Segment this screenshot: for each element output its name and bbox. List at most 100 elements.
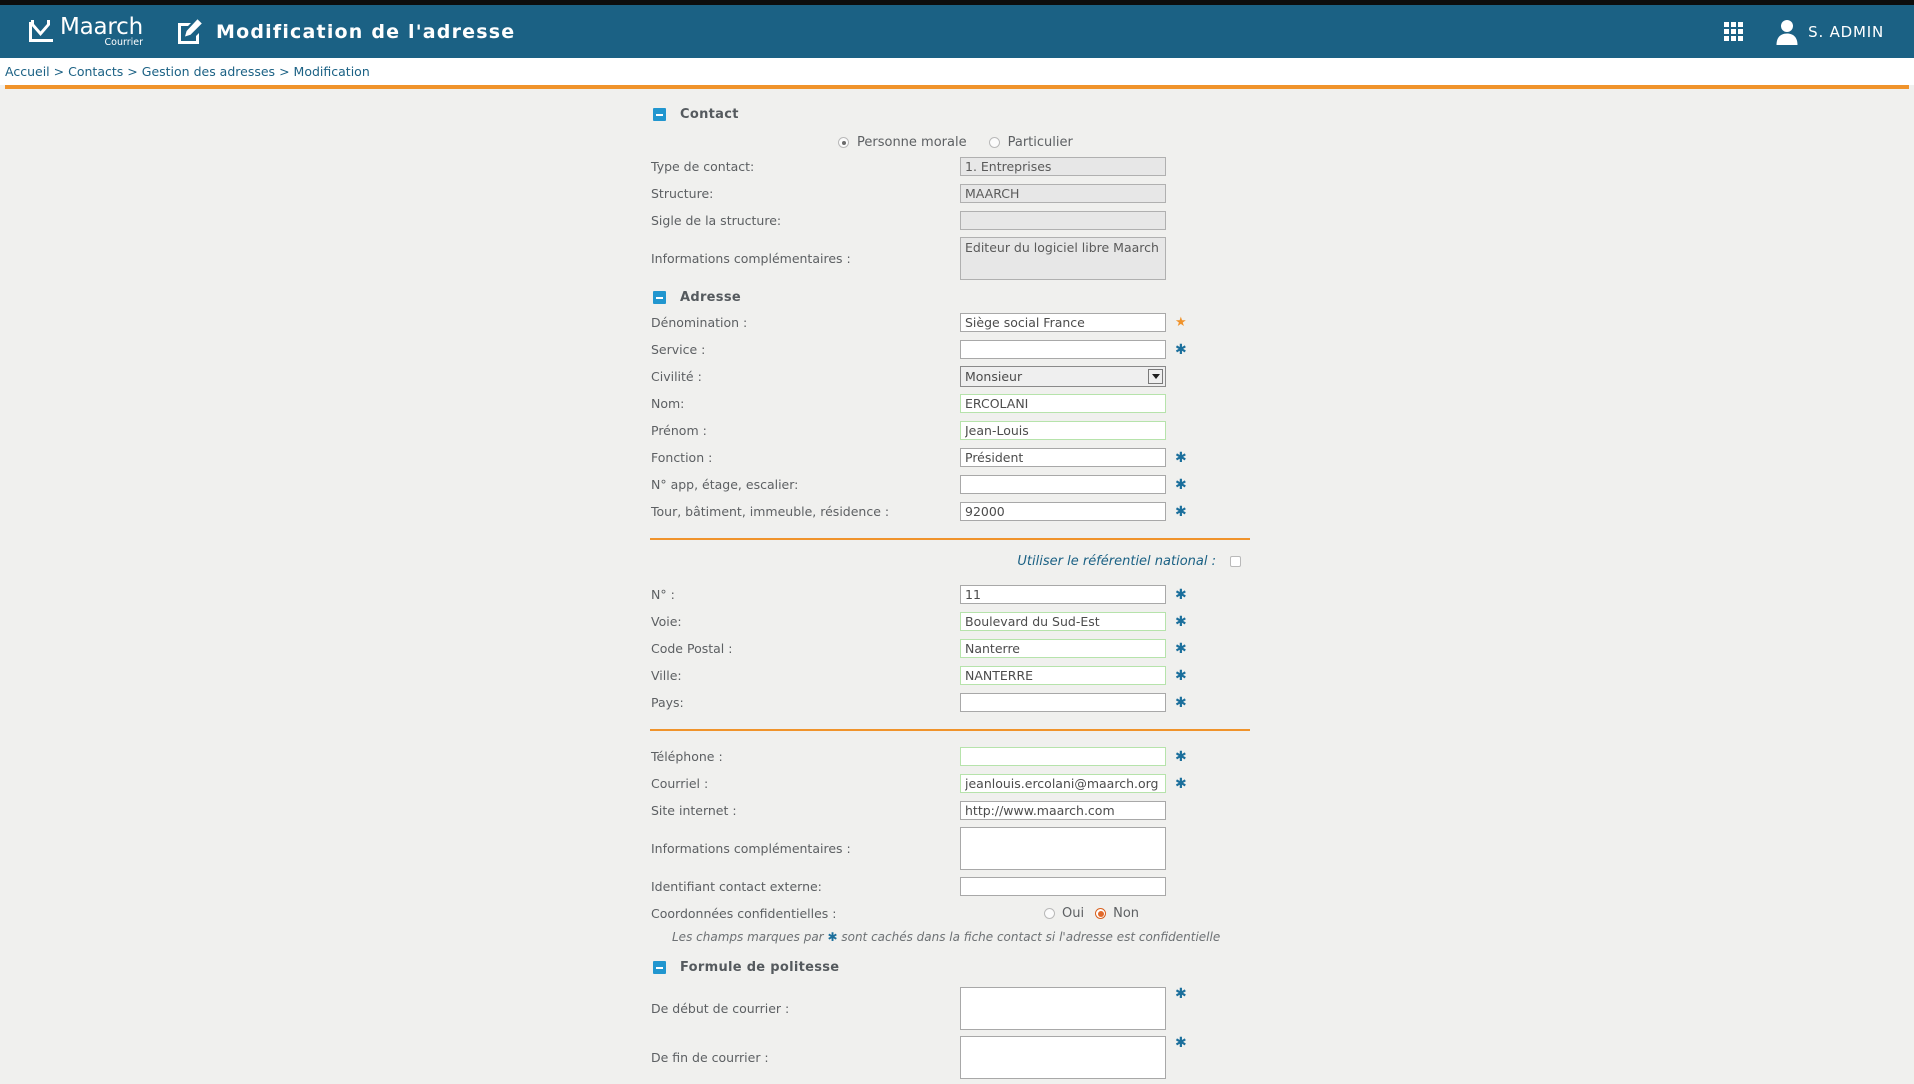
label-appartement-etage-escalier: N° app, étage, escalier: <box>651 477 799 492</box>
required-asterisk-icon: ✱ <box>1175 476 1187 493</box>
field-site-internet: Site internet : <box>650 799 1250 822</box>
field-denomination: Dénomination : ★ <box>650 311 1250 334</box>
hint-suffix: sont cachés dans la fiche contact si l'a… <box>841 930 1221 944</box>
label-telephone: Téléphone : <box>651 749 723 764</box>
label-voie: Voie: <box>651 614 682 629</box>
section-header-adresse[interactable]: Adresse <box>650 290 1250 305</box>
section-header-formule-de-politesse[interactable]: Formule de politesse <box>650 960 1250 975</box>
label-denomination: Dénomination : <box>651 315 748 330</box>
field-contact-informations-complementaires: Informations complémentaires : Editeur d… <box>650 236 1250 281</box>
required-asterisk-icon: ✱ <box>1175 586 1187 603</box>
label-nom: Nom: <box>651 396 685 411</box>
required-asterisk-icon: ✱ <box>1175 640 1187 657</box>
radio-label-confidentielles-oui: Oui <box>1062 906 1085 921</box>
collapse-minus-icon[interactable] <box>653 291 666 304</box>
required-asterisk-icon: ✱ <box>1175 613 1187 630</box>
input-numero[interactable] <box>960 585 1166 604</box>
select-civilite[interactable]: Monsieur <box>960 366 1166 387</box>
input-site-internet[interactable] <box>960 801 1166 820</box>
address-form: Contact Personne morale Particulier Type… <box>650 89 1250 1084</box>
maarch-logo[interactable]: Maarch Courrier <box>0 5 160 58</box>
input-sigle-structure[interactable] <box>960 211 1166 230</box>
textarea-adresse-informations-complementaires[interactable] <box>960 827 1166 870</box>
checkbox-referentiel-national[interactable] <box>1230 556 1241 567</box>
section-title-contact: Contact <box>680 107 739 122</box>
breadcrumb: Accueil > Contacts > Gestion des adresse… <box>0 58 1914 85</box>
apps-grid-icon[interactable] <box>1724 22 1744 41</box>
breadcrumb-item-gestion-des-adresses[interactable]: Gestion des adresses <box>142 64 275 79</box>
field-adresse-informations-complementaires: Informations complémentaires : <box>650 826 1250 871</box>
input-fonction[interactable] <box>960 448 1166 467</box>
page-content: Contact Personne morale Particulier Type… <box>0 89 1914 1084</box>
required-asterisk-icon: ✱ <box>1175 449 1187 466</box>
required-star-icon: ★ <box>1175 315 1187 330</box>
input-prenom[interactable] <box>960 421 1166 440</box>
page-title: Modification de l'adresse <box>216 20 516 43</box>
field-formule-debut-courrier: De début de courrier : ✱ <box>650 986 1250 1031</box>
section-divider-1 <box>650 538 1250 540</box>
hint-asterisk-icon: ✱ <box>827 930 838 944</box>
input-courriel[interactable] <box>960 774 1166 793</box>
breadcrumb-item-contacts[interactable]: Contacts <box>68 64 123 79</box>
input-service[interactable] <box>960 340 1166 359</box>
collapse-minus-icon[interactable] <box>653 108 666 121</box>
label-service: Service : <box>651 342 706 357</box>
logo-wordmark: Maarch <box>60 13 144 40</box>
label-ville: Ville: <box>651 668 682 683</box>
label-sigle-structure: Sigle de la structure: <box>651 213 782 228</box>
input-nom[interactable] <box>960 394 1166 413</box>
breadcrumb-separator: > <box>127 64 138 79</box>
section-header-contact[interactable]: Contact <box>650 107 1250 122</box>
field-civilite: Civilité : Monsieur <box>650 365 1250 388</box>
textarea-formule-debut-courrier[interactable] <box>960 987 1166 1030</box>
user-name: S. ADMIN <box>1808 22 1884 41</box>
radio-particulier[interactable] <box>988 137 1000 148</box>
user-menu[interactable]: S. ADMIN <box>1775 19 1884 45</box>
label-formule-fin-courrier: De fin de courrier : <box>651 1050 769 1065</box>
input-pays[interactable] <box>960 693 1166 712</box>
input-denomination[interactable] <box>960 313 1166 332</box>
field-courriel: Courriel : ✱ <box>650 772 1250 795</box>
label-tour-batiment-immeuble-residence: Tour, bâtiment, immeuble, résidence : <box>651 504 890 519</box>
contact-type-radio-group: Personne morale Particulier <box>650 130 1250 155</box>
required-asterisk-icon: ✱ <box>1175 748 1187 765</box>
input-appartement-etage-escalier[interactable] <box>960 475 1166 494</box>
hint-prefix: Les champs marques par <box>672 930 824 944</box>
required-asterisk-icon: ✱ <box>1175 1035 1187 1051</box>
required-asterisk-icon: ✱ <box>1175 341 1187 358</box>
textarea-contact-informations-complementaires[interactable]: Editeur du logiciel libre Maarch <box>960 237 1166 280</box>
maarch-logo-icon <box>29 19 53 42</box>
field-tour-batiment-immeuble-residence: Tour, bâtiment, immeuble, résidence : ✱ <box>650 500 1250 523</box>
input-structure[interactable] <box>960 184 1166 203</box>
radio-personne-morale[interactable] <box>838 137 849 148</box>
input-identifiant-contact-externe[interactable] <box>960 877 1166 896</box>
label-site-internet: Site internet : <box>651 803 737 818</box>
field-prenom: Prénom : <box>650 419 1250 442</box>
breadcrumb-separator: > <box>279 64 290 79</box>
label-formule-debut-courrier: De début de courrier : <box>651 1001 790 1016</box>
input-voie[interactable] <box>960 612 1166 631</box>
radio-confidentielles-non[interactable] <box>1095 908 1107 919</box>
input-code-postal[interactable] <box>960 639 1166 658</box>
radio-label-personne-morale: Personne morale <box>857 135 967 150</box>
required-asterisk-icon: ✱ <box>1175 667 1187 684</box>
section-title-adresse: Adresse <box>680 290 741 305</box>
app-header: Maarch Courrier Modification de l'adress… <box>0 5 1914 58</box>
radio-label-confidentielles-non: Non <box>1113 906 1140 921</box>
collapse-minus-icon[interactable] <box>653 961 666 974</box>
section-divider-2 <box>650 729 1250 731</box>
input-type-de-contact[interactable] <box>960 157 1166 176</box>
label-structure: Structure: <box>651 186 714 201</box>
radio-confidentielles-oui[interactable] <box>1044 908 1055 919</box>
confidentiality-hint: Les champs marques par ✱ sont cachés dan… <box>650 930 1250 944</box>
input-tour-batiment-immeuble-residence[interactable] <box>960 502 1166 521</box>
input-ville[interactable] <box>960 666 1166 685</box>
input-telephone[interactable] <box>960 747 1166 766</box>
field-sigle-structure: Sigle de la structure: <box>650 209 1250 232</box>
field-identifiant-contact-externe: Identifiant contact externe: <box>650 875 1250 898</box>
page-title-block: Modification de l'adresse <box>175 17 515 47</box>
field-type-de-contact: Type de contact: <box>650 155 1250 178</box>
breadcrumb-item-accueil[interactable]: Accueil <box>5 64 50 79</box>
textarea-formule-fin-courrier[interactable] <box>960 1036 1166 1079</box>
label-referentiel-national: Utiliser le référentiel national : <box>1017 554 1216 569</box>
